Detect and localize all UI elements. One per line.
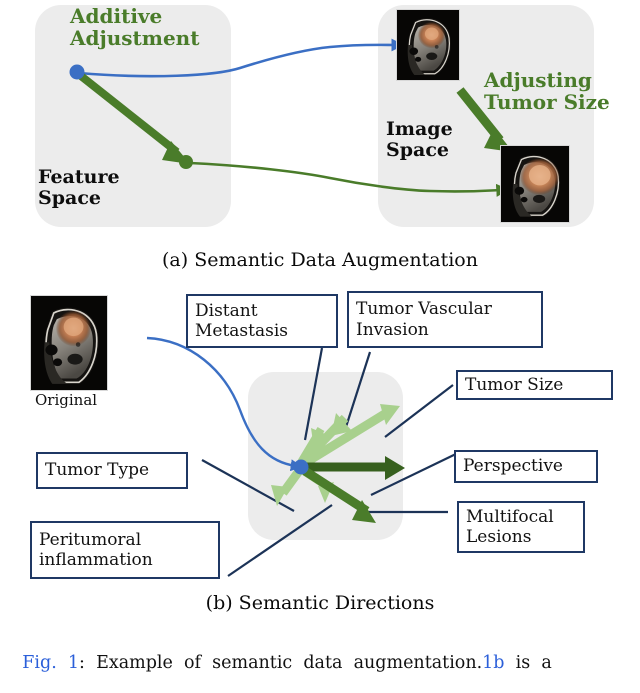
feature-space-origin-dot — [69, 64, 85, 80]
mri-image-space-large-tumor — [500, 145, 570, 223]
panel-a-caption: (a) Semantic Data Augmentation — [162, 249, 478, 271]
figure-caption-body-2: is a — [504, 653, 552, 673]
direction-box-perspective-text: Perspective — [463, 456, 563, 477]
mri-image-space-small-tumor — [396, 9, 460, 81]
figure-caption-separator: : — [79, 653, 97, 673]
original-label: Original — [35, 391, 98, 409]
direction-box-tumor-size[interactable]: Tumor Size — [456, 370, 613, 400]
figure-caption: Fig. 1: Example of semantic data augment… — [0, 633, 640, 693]
panel-b-caption: (b) Semantic Directions — [205, 592, 435, 614]
additive-adjustment-label: Additive Adjustment — [70, 4, 200, 51]
feature-space-shifted-dot — [179, 155, 193, 169]
direction-box-perspective[interactable]: Perspective — [454, 450, 598, 483]
figure-caption-link-1[interactable]: 1b — [482, 653, 504, 673]
direction-box-tumor-size-text: Tumor Size — [465, 374, 564, 395]
feature-space-label: Feature Space — [38, 166, 120, 210]
direction-box-distant-metastasis-text: Distant Metastasis — [195, 300, 289, 341]
direction-box-tumor-type[interactable]: Tumor Type — [36, 452, 188, 489]
semantic-center-dot — [293, 459, 309, 475]
direction-box-peritumoral-inflammation-text: Peritumoral inflammation — [39, 529, 153, 570]
figure-caption-prefix[interactable]: Fig. 1 — [22, 653, 79, 673]
direction-box-multifocal-lesions-text: Multifocal Lesions — [466, 506, 554, 547]
direction-box-tumor-vascular-invasion[interactable]: Tumor Vascular Invasion — [347, 291, 543, 348]
direction-box-distant-metastasis[interactable]: Distant Metastasis — [186, 294, 338, 348]
figure-caption-body-1: Example of semantic data augmentation. — [96, 653, 483, 673]
direction-box-tumor-vascular-invasion-text: Tumor Vascular Invasion — [356, 299, 492, 340]
mri-original — [30, 295, 108, 391]
adjusting-tumor-size-label: Adjusting Tumor Size — [484, 68, 610, 115]
direction-box-multifocal-lesions[interactable]: Multifocal Lesions — [457, 501, 585, 553]
figure-root: Additive Adjustment Feature Space Adjust… — [0, 0, 640, 673]
direction-box-peritumoral-inflammation[interactable]: Peritumoral inflammation — [30, 521, 220, 579]
image-space-label: Image Space — [386, 118, 453, 162]
direction-box-tumor-type-text: Tumor Type — [45, 460, 150, 481]
